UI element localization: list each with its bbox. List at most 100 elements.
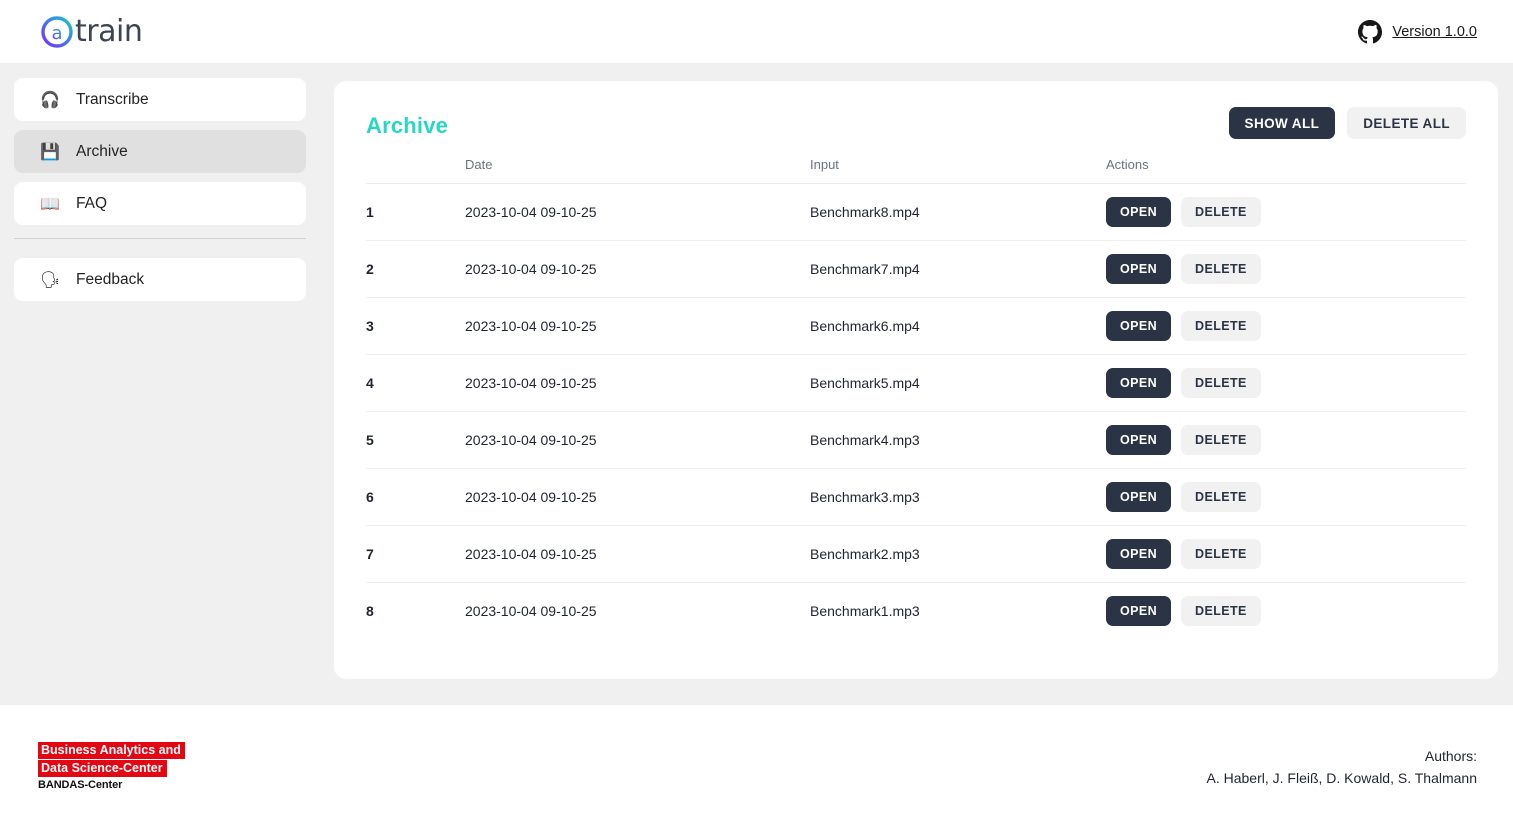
delete-button[interactable]: DELETE — [1181, 197, 1261, 227]
table-row: 7 2023-10-04 09-10-25 Benchmark2.mp3 OPEN DE… — [366, 525, 1466, 583]
open-button[interactable]: OPEN — [1106, 425, 1172, 455]
table-row: 4 2023-10-04 09-10-25 Benchmark5.mp4 OPEN DE… — [366, 354, 1466, 412]
show-all-button[interactable]: SHOW ALL — [1228, 107, 1336, 139]
open-button[interactable]: OPEN — [1106, 311, 1172, 341]
column-header-input: Input — [810, 151, 1106, 184]
row-input-file: Benchmark5.mp4 — [810, 354, 1106, 412]
row-input-file: Benchmark8.mp4 — [810, 183, 1106, 241]
row-index: 5 — [366, 411, 465, 469]
sidebar-item-transcribe[interactable]: 🎧 Transcribe — [14, 78, 306, 121]
row-action-buttons: OPEN DELETE — [1106, 254, 1466, 284]
row-index: 7 — [366, 525, 465, 583]
archive-card: Archive SHOW ALL DELETE ALL Date Input A… — [334, 81, 1498, 679]
row-actions-cell: OPEN DELETE — [1106, 411, 1466, 469]
row-date: 2023-10-04 09-10-25 — [465, 525, 810, 583]
delete-button[interactable]: DELETE — [1181, 425, 1261, 455]
row-action-buttons: OPEN DELETE — [1106, 368, 1466, 398]
row-index: 6 — [366, 468, 465, 526]
github-icon[interactable] — [1358, 19, 1383, 44]
authors-label: Authors: — [1424, 748, 1477, 764]
row-date: 2023-10-04 09-10-25 — [465, 468, 810, 526]
sidebar-divider — [14, 238, 306, 239]
row-action-buttons: OPEN DELETE — [1106, 311, 1466, 341]
table-row: 2 2023-10-04 09-10-25 Benchmark7.mp4 OPEN DE… — [366, 240, 1466, 298]
column-header-date: Date — [465, 151, 810, 184]
brand-wordmark: train — [75, 13, 143, 49]
open-button[interactable]: OPEN — [1106, 368, 1172, 398]
table-row: 8 2023-10-04 09-10-25 Benchmark1.mp3 OPEN DE… — [366, 583, 1466, 640]
bandas-center-logo: Business Analytics and Data Science-Cent… — [38, 741, 185, 791]
row-action-buttons: OPEN DELETE — [1106, 539, 1466, 569]
card-header: Archive SHOW ALL DELETE ALL — [366, 107, 1466, 151]
delete-button[interactable]: DELETE — [1181, 311, 1261, 341]
row-index: 8 — [366, 603, 374, 620]
app-header: a train Version 1.0.0 — [0, 0, 1513, 63]
sidebar-item-faq[interactable]: 📖 FAQ — [14, 182, 306, 225]
row-action-buttons: OPEN DELETE — [1106, 425, 1466, 455]
delete-button[interactable]: DELETE — [1181, 254, 1261, 284]
row-action-buttons: OPEN DELETE — [1106, 482, 1466, 512]
open-book-icon: 📖 — [40, 193, 60, 213]
archive-table: Date Input Actions 1 2023-10-04 09-10-25 B… — [366, 151, 1466, 640]
speaking-head-icon: 🗣 — [40, 269, 61, 289]
row-input-file: Benchmark2.mp3 — [810, 525, 1106, 583]
authors-block: Authors: A. Haberl, J. Fleiß, D. Kowald,… — [1206, 745, 1477, 789]
row-date: 2023-10-04 09-10-25 — [465, 354, 810, 412]
sidebar-item-label: Archive — [76, 142, 128, 160]
table-row: 6 2023-10-04 09-10-25 Benchmark3.mp3 OPEN DE… — [366, 468, 1466, 526]
row-date: 2023-10-04 09-10-25 — [465, 411, 810, 469]
row-input-file: Benchmark6.mp4 — [810, 297, 1106, 355]
sidebar-item-label: Transcribe — [76, 90, 149, 108]
row-index: 2 — [366, 240, 465, 298]
delete-all-button[interactable]: DELETE ALL — [1347, 107, 1466, 139]
table-row: 1 2023-10-04 09-10-25 Benchmark8.mp4 OPEN DE… — [366, 183, 1466, 241]
headphones-icon: 🎧 — [40, 89, 60, 109]
version-link[interactable]: Version 1.0.0 — [1392, 24, 1477, 40]
floppy-disk-icon: 💾 — [40, 141, 60, 161]
sidebar-item-archive[interactable]: 💾 Archive — [14, 130, 306, 173]
column-header-index — [366, 151, 465, 184]
svg-text:a: a — [51, 23, 62, 44]
table-header: Date Input Actions — [366, 151, 1466, 184]
sidebar-item-label: FAQ — [76, 194, 108, 212]
row-date: 2023-10-04 09-10-25 — [465, 183, 810, 241]
sidebar-item-feedback[interactable]: 🗣 Feedback — [14, 258, 306, 301]
row-actions-cell: OPEN DELETE — [1106, 525, 1466, 583]
bandas-subtitle: BANDAS-Center — [38, 779, 123, 791]
row-actions-cell: OPEN DELETE — [1106, 183, 1466, 241]
delete-button[interactable]: DELETE — [1181, 368, 1261, 398]
row-actions-cell: OPEN DELETE — [1106, 583, 1466, 640]
table-header-row: Date Input Actions — [366, 151, 1466, 184]
app-footer: Business Analytics and Data Science-Cent… — [0, 705, 1513, 815]
version-link-group[interactable]: Version 1.0.0 — [1358, 19, 1477, 44]
row-date: 2023-10-04 09-10-25 — [465, 297, 810, 355]
row-input-file: Benchmark4.mp3 — [810, 411, 1106, 469]
bandas-line-1: Business Analytics and — [38, 742, 185, 759]
sidebar-item-label: Feedback — [76, 270, 145, 288]
authors-names: A. Haberl, J. Fleiß, D. Kowald, S. Thalm… — [1206, 770, 1477, 786]
delete-button[interactable]: DELETE — [1181, 596, 1261, 627]
table-row: 3 2023-10-04 09-10-25 Benchmark6.mp4 OPEN DE… — [366, 297, 1466, 355]
row-date: 2023-10-04 09-10-25 — [465, 603, 597, 620]
open-button[interactable]: OPEN — [1106, 539, 1172, 569]
row-input-file: Benchmark3.mp3 — [810, 468, 1106, 526]
delete-button[interactable]: DELETE — [1181, 539, 1261, 569]
row-action-buttons: OPEN DELETE — [1106, 596, 1466, 627]
open-button[interactable]: OPEN — [1106, 482, 1172, 512]
delete-button[interactable]: DELETE — [1181, 482, 1261, 512]
row-input-file: Benchmark7.mp4 — [810, 240, 1106, 298]
row-index: 4 — [366, 354, 465, 412]
brand-logo[interactable]: a train — [40, 13, 143, 49]
open-button[interactable]: OPEN — [1106, 596, 1172, 627]
open-button[interactable]: OPEN — [1106, 254, 1172, 284]
row-index: 1 — [366, 183, 465, 241]
open-button[interactable]: OPEN — [1106, 197, 1172, 227]
table-body: 1 2023-10-04 09-10-25 Benchmark8.mp4 OPEN DE… — [366, 183, 1466, 640]
row-actions-cell: OPEN DELETE — [1106, 468, 1466, 526]
row-action-buttons: OPEN DELETE — [1106, 197, 1466, 227]
circled-a-icon: a — [40, 15, 74, 49]
row-actions-cell: OPEN DELETE — [1106, 297, 1466, 355]
column-header-actions: Actions — [1106, 151, 1466, 184]
row-index: 3 — [366, 297, 465, 355]
table-row: 5 2023-10-04 09-10-25 Benchmark4.mp3 OPEN DE… — [366, 411, 1466, 469]
